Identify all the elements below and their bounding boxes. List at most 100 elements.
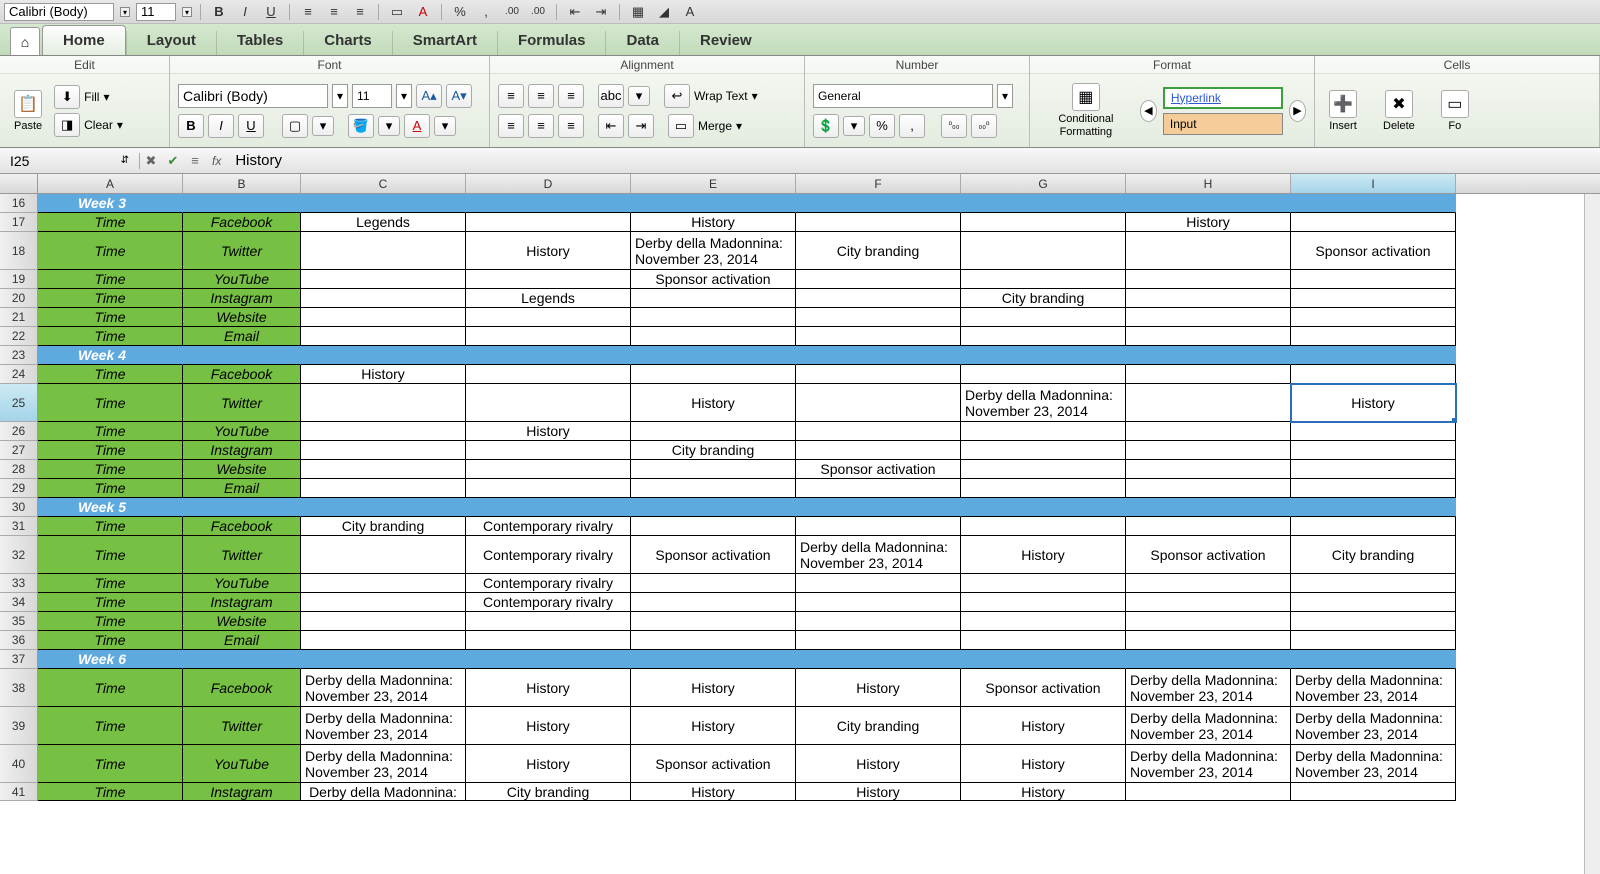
cell[interactable] <box>796 593 961 612</box>
row-header[interactable]: 39 <box>0 707 37 745</box>
cell[interactable]: Derby della Madonnina: November 23, 2014 <box>631 232 796 270</box>
cell[interactable] <box>1126 289 1291 308</box>
cell[interactable] <box>466 270 631 289</box>
cell[interactable] <box>301 232 466 270</box>
cell[interactable] <box>631 346 796 365</box>
cell[interactable]: Website <box>183 612 301 631</box>
cell[interactable] <box>1126 441 1291 460</box>
style-input[interactable]: Input <box>1163 113 1283 135</box>
cell[interactable]: Sponsor activation <box>961 669 1126 707</box>
cell[interactable]: Sponsor activation <box>1291 232 1456 270</box>
quick-size-combo[interactable]: 11 <box>136 3 176 21</box>
cell[interactable] <box>1291 213 1456 232</box>
select-all-corner[interactable] <box>0 174 38 194</box>
format-button[interactable]: ▭ Fo <box>1435 86 1475 136</box>
cell[interactable]: History <box>961 745 1126 783</box>
column-header[interactable]: E <box>631 174 796 193</box>
cell[interactable] <box>796 574 961 593</box>
tab-home[interactable]: Home <box>42 25 126 55</box>
cell[interactable]: Twitter <box>183 536 301 574</box>
cell[interactable] <box>961 650 1126 669</box>
cell[interactable]: Time <box>38 327 183 346</box>
row-header[interactable]: 20 <box>0 289 37 308</box>
cell[interactable] <box>301 593 466 612</box>
cell[interactable] <box>1291 593 1456 612</box>
cell[interactable]: Week 6 <box>38 650 183 669</box>
cell[interactable] <box>961 308 1126 327</box>
cell[interactable]: Derby della Madonnina: November 23, 2014 <box>301 707 466 745</box>
italic-button[interactable]: I <box>208 114 234 138</box>
cell[interactable]: Facebook <box>183 213 301 232</box>
paste-button[interactable]: 📋 Paste <box>8 86 48 136</box>
column-header[interactable]: H <box>1126 174 1291 193</box>
cell[interactable]: City branding <box>1291 536 1456 574</box>
align-top-icon[interactable]: ≡ <box>498 84 524 108</box>
dropdown-icon[interactable]: ▾ <box>628 86 650 106</box>
row-header[interactable]: 23 <box>0 346 37 365</box>
cell[interactable]: Time <box>38 745 183 783</box>
indent-right-icon[interactable]: ⇥ <box>591 3 611 21</box>
cell[interactable]: Sponsor activation <box>631 270 796 289</box>
cell[interactable] <box>631 631 796 650</box>
cell[interactable] <box>961 232 1126 270</box>
tab-layout[interactable]: Layout <box>127 26 216 55</box>
row-header[interactable]: 18 <box>0 232 37 270</box>
cell[interactable]: History <box>466 745 631 783</box>
cell[interactable] <box>466 498 631 517</box>
cell[interactable]: YouTube <box>183 745 301 783</box>
cell[interactable] <box>1291 783 1456 801</box>
row-header[interactable]: 17 <box>0 213 37 232</box>
cell[interactable] <box>466 631 631 650</box>
cell[interactable] <box>961 441 1126 460</box>
cell[interactable]: History <box>466 707 631 745</box>
cell[interactable]: Time <box>38 384 183 422</box>
cell[interactable]: History <box>796 669 961 707</box>
cell[interactable] <box>1291 631 1456 650</box>
cell[interactable] <box>961 517 1126 536</box>
cell[interactable] <box>1126 346 1291 365</box>
cell[interactable]: Email <box>183 631 301 650</box>
quick-font-combo[interactable]: Calibri (Body) <box>4 3 114 21</box>
cell[interactable] <box>796 308 961 327</box>
cell[interactable] <box>183 650 301 669</box>
cell[interactable] <box>1291 327 1456 346</box>
merge-icon[interactable]: ▭ <box>387 3 407 21</box>
cell[interactable] <box>796 384 961 422</box>
dropdown-icon[interactable]: ▾ <box>182 7 192 17</box>
cell[interactable]: History <box>961 783 1126 801</box>
home-icon[interactable]: ⌂ <box>10 27 40 55</box>
increase-decimal-icon[interactable]: ⁰₀₀ <box>941 114 967 138</box>
decrease-decimal-icon[interactable]: ₀₀⁰ <box>971 114 997 138</box>
row-header[interactable]: 26 <box>0 422 37 441</box>
cell[interactable]: Week 3 <box>38 194 183 213</box>
row-header[interactable]: 22 <box>0 327 37 346</box>
cell[interactable]: Time <box>38 631 183 650</box>
cell[interactable] <box>183 346 301 365</box>
cell[interactable]: Instagram <box>183 289 301 308</box>
delete-button[interactable]: ✖ Delete <box>1377 86 1421 136</box>
cell[interactable] <box>301 441 466 460</box>
cell[interactable] <box>301 612 466 631</box>
cell[interactable]: History <box>796 783 961 801</box>
cell[interactable] <box>301 479 466 498</box>
cell[interactable]: Contemporary rivalry <box>466 536 631 574</box>
cell[interactable]: Sponsor activation <box>796 460 961 479</box>
cell[interactable] <box>1291 612 1456 631</box>
cell[interactable]: History <box>631 669 796 707</box>
percent-icon[interactable]: % <box>869 114 895 138</box>
cell[interactable] <box>1126 498 1291 517</box>
cell[interactable] <box>1126 479 1291 498</box>
cell[interactable] <box>961 365 1126 384</box>
cell[interactable]: Derby della Madonnina: November 23, 2014 <box>1126 745 1291 783</box>
font-name-combo[interactable]: Calibri (Body) <box>178 84 328 108</box>
insert-button[interactable]: ➕ Insert <box>1323 86 1363 136</box>
cell[interactable] <box>466 365 631 384</box>
cell[interactable]: Derby della Madonnina: November 23, 2014 <box>1126 669 1291 707</box>
cell[interactable]: History <box>631 707 796 745</box>
cell[interactable] <box>1126 194 1291 213</box>
cell[interactable] <box>301 270 466 289</box>
cell[interactable] <box>796 479 961 498</box>
cell[interactable]: History <box>466 669 631 707</box>
fill-color-icon[interactable]: 🪣 <box>348 114 374 138</box>
cell[interactable]: Time <box>38 479 183 498</box>
